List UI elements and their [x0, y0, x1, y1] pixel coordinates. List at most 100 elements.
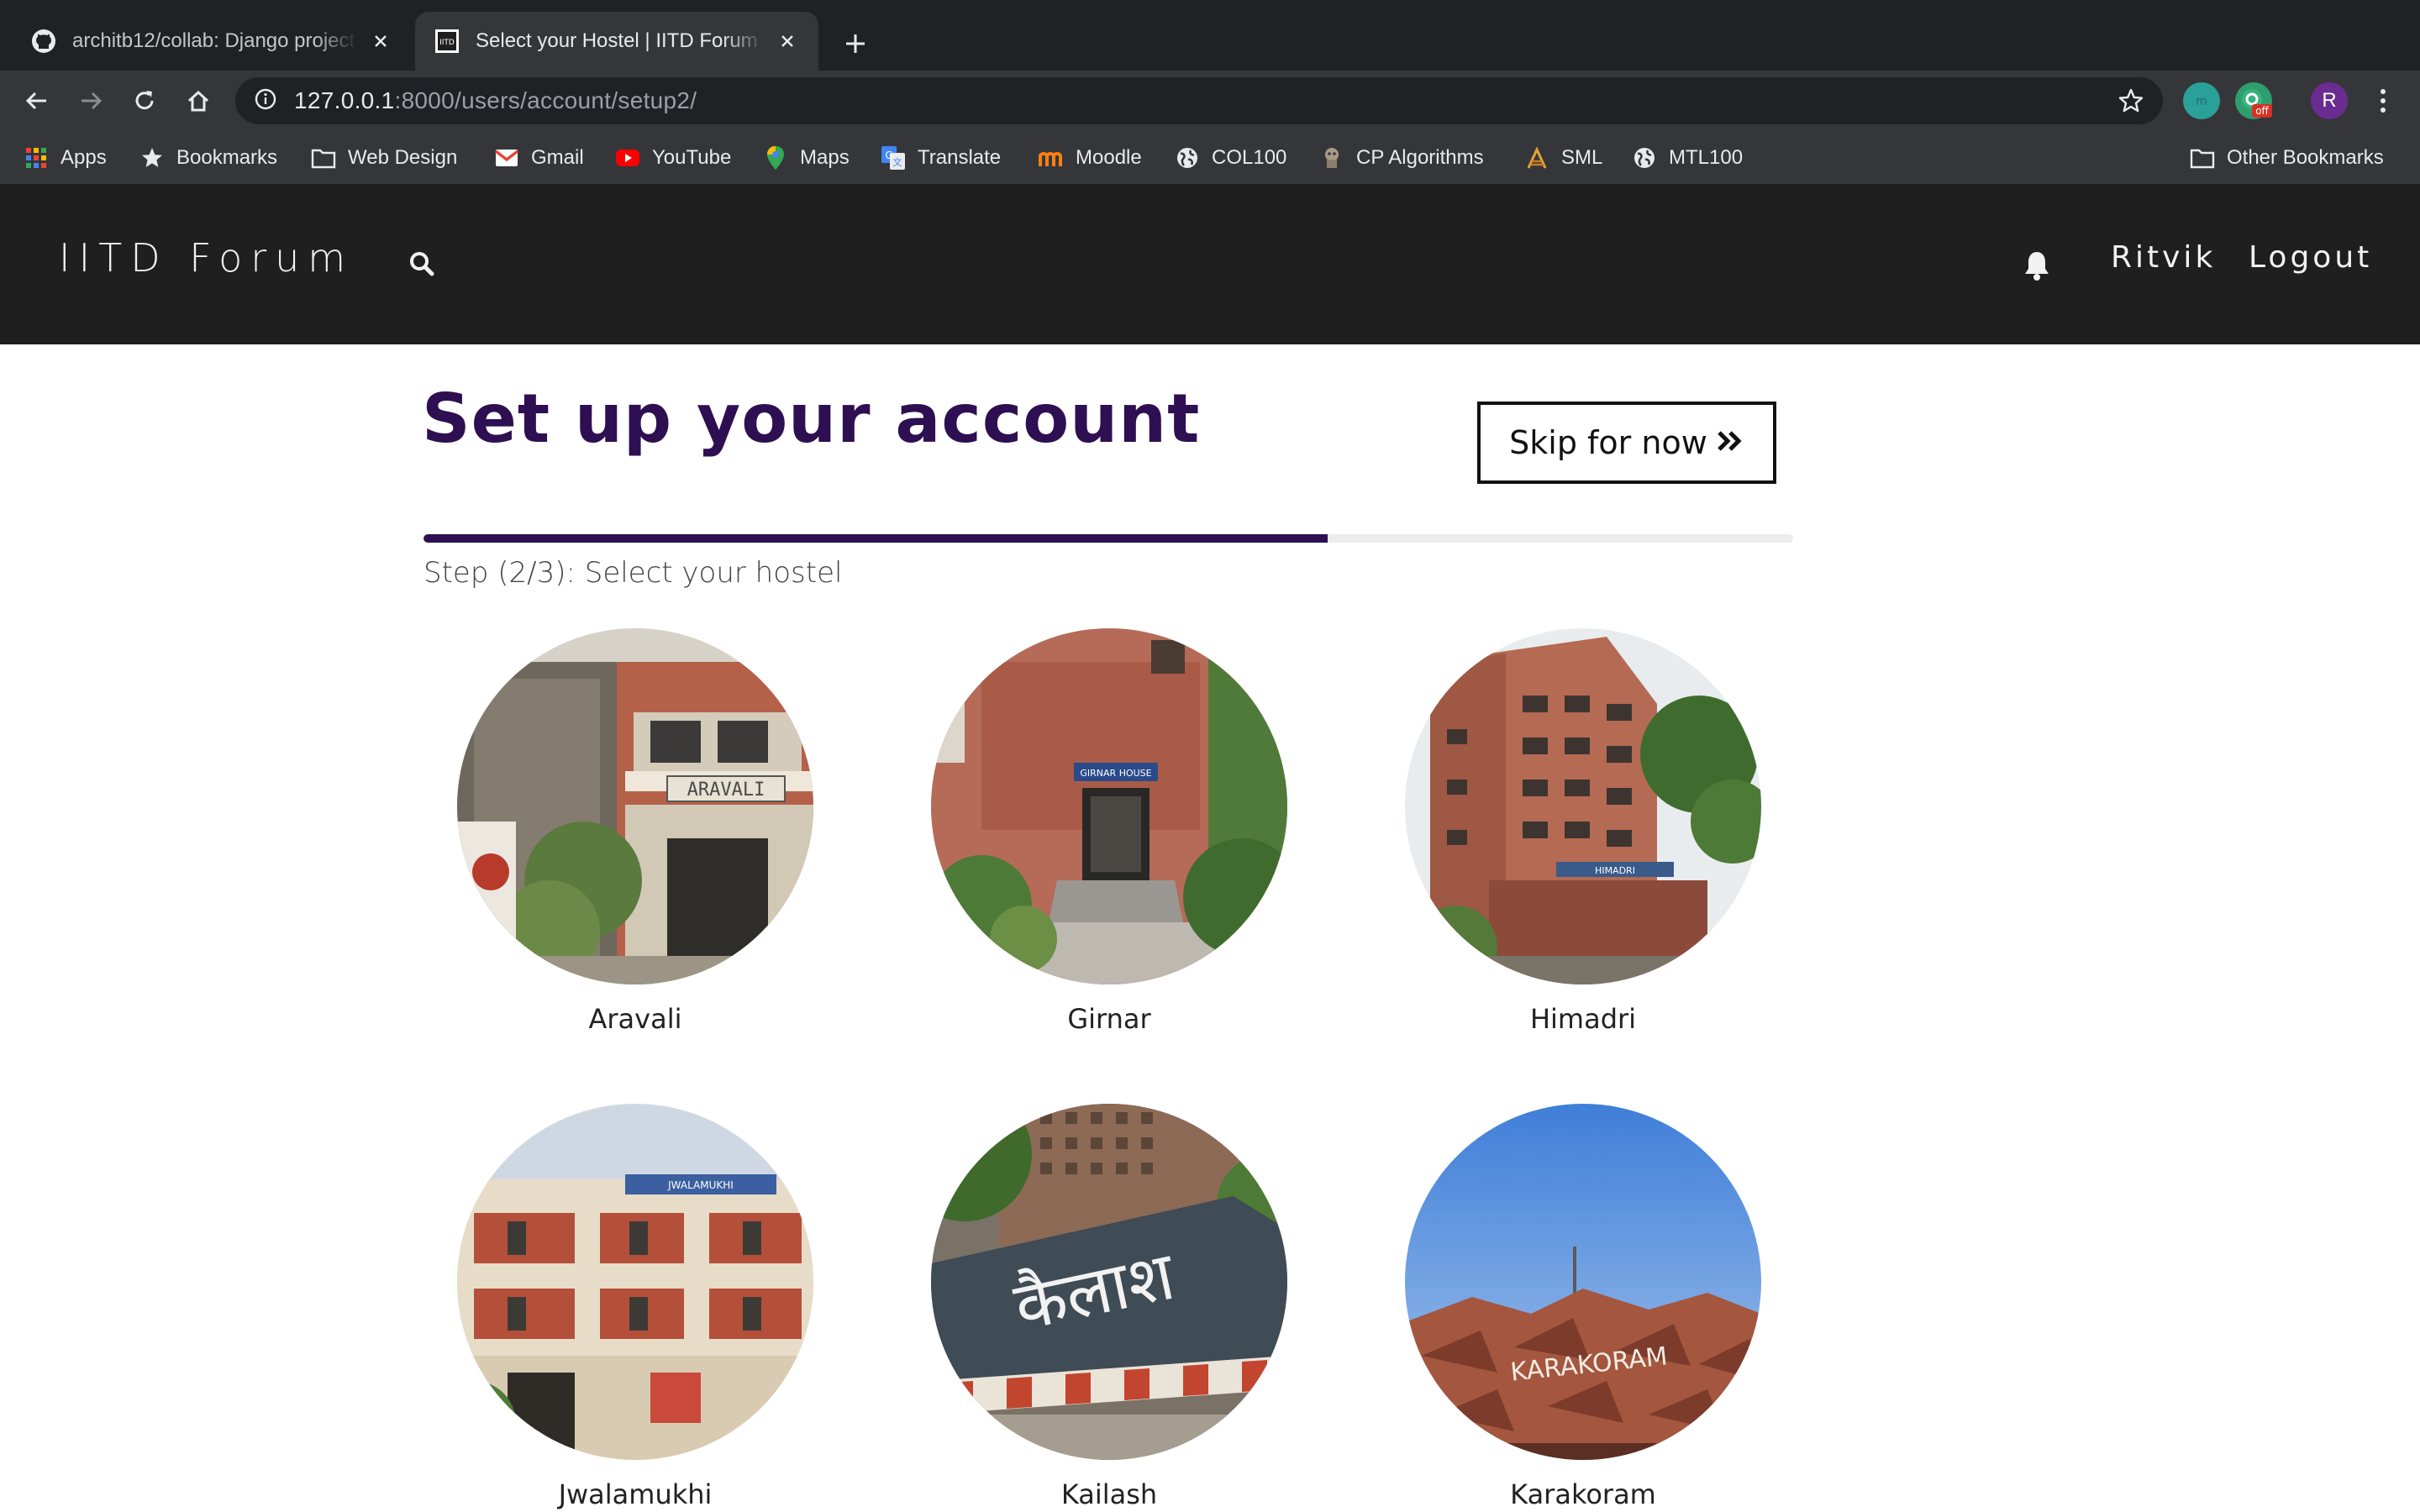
notification-bell-icon[interactable]	[2022, 249, 2052, 282]
hostel-photo[interactable]: HIMADRI	[1405, 628, 1761, 984]
browser-toolbar: 127.0.0.1:8000/users/account/setup2/ m o…	[0, 71, 2420, 131]
hostel-name: Girnar	[1067, 1003, 1151, 1035]
bookmark-label: Apps	[60, 146, 107, 169]
hostel-photo[interactable]: GIRNAR HOUSE	[931, 628, 1287, 984]
site-brand[interactable]: IITD Forum	[59, 235, 354, 281]
sml-icon	[1524, 145, 1549, 171]
bookmark-label: MTL100	[1669, 146, 1744, 169]
bookmark-col100[interactable]: COL100	[1175, 143, 1286, 173]
tab-title: Select your Hostel | IITD Forum	[476, 29, 758, 52]
bookmark-other-bookmarks[interactable]: Other Bookmarks	[2190, 143, 2384, 173]
bookmark-label: Web Design	[348, 146, 458, 169]
hostel-card-karakoram[interactable]: KARAKORAM Karakoram	[1405, 1104, 1761, 1510]
site-info-icon[interactable]	[254, 87, 277, 115]
tab-title: architb12/collab: Django project	[72, 29, 355, 52]
tab-iitd-forum[interactable]: IITD Select your Hostel | IITD Forum	[415, 12, 818, 71]
bookmark-youtube[interactable]: YouTube	[615, 143, 731, 173]
bookmark-maps[interactable]: Maps	[763, 143, 850, 173]
github-icon	[30, 28, 57, 55]
extension-icon[interactable]: m	[2183, 82, 2220, 119]
new-tab-plus-icon[interactable]	[837, 25, 874, 62]
home-icon[interactable]	[182, 84, 215, 118]
bookmark-label: Other Bookmarks	[2227, 146, 2384, 169]
bookmark-apps[interactable]: Apps	[24, 143, 107, 173]
bookmark-bookmarks[interactable]: Bookmarks	[139, 143, 277, 173]
cp-algorithms-icon	[1319, 145, 1344, 171]
double-chevron-right-icon	[1716, 424, 1744, 461]
bookmark-label: YouTube	[652, 146, 732, 169]
svg-text:IITD: IITD	[439, 39, 455, 47]
hostel-name: Karakoram	[1510, 1478, 1656, 1510]
page-title: Set up your account	[422, 380, 1201, 458]
bookmark-moodle[interactable]: Moodle	[1039, 143, 1142, 173]
bookmark-web-design[interactable]: Web Design	[311, 143, 457, 173]
grammarly-extension-icon[interactable]: off	[2235, 82, 2272, 119]
globe-icon	[1175, 145, 1200, 171]
svg-text:HIMADRI: HIMADRI	[1595, 865, 1635, 876]
star-icon	[139, 145, 165, 171]
svg-text:GIRNAR HOUSE: GIRNAR HOUSE	[1080, 768, 1151, 779]
hostel-name: Aravali	[588, 1003, 682, 1035]
hostel-photo[interactable]: KARAKORAM	[1405, 1104, 1761, 1460]
hostel-card-jwalamukhi[interactable]: JWALAMUKHI Jwalamukhi	[457, 1104, 813, 1510]
bookmark-translate[interactable]: G文 Translate	[881, 143, 1001, 173]
bookmark-label: Translate	[918, 146, 1002, 169]
bookmark-label: Gmail	[531, 146, 584, 169]
reload-icon[interactable]	[128, 84, 161, 118]
gmail-icon	[494, 145, 519, 171]
bookmark-label: CP Algorithms	[1356, 146, 1484, 169]
bookmark-label: SML	[1561, 146, 1603, 169]
logout-link[interactable]: Logout	[2249, 240, 2372, 275]
bookmark-label: COL100	[1212, 146, 1287, 169]
bookmark-star-icon[interactable]	[2118, 87, 2144, 114]
hostel-photo[interactable]: ARAVALI	[457, 628, 813, 984]
address-bar[interactable]: 127.0.0.1:8000/users/account/setup2/	[235, 77, 2163, 124]
svg-text:文: 文	[893, 156, 902, 168]
url-text: 127.0.0.1:8000/users/account/setup2/	[294, 87, 697, 113]
extension-badge: off	[2255, 105, 2269, 117]
bookmark-cp-algorithms[interactable]: CP Algorithms	[1319, 143, 1484, 173]
hostel-card-girnar[interactable]: GIRNAR HOUSE Girnar	[931, 628, 1287, 1035]
skip-button-label: Skip for now	[1509, 424, 1707, 461]
folder-icon	[2190, 145, 2215, 171]
back-arrow-icon[interactable]	[20, 84, 54, 118]
step-indicator: Step (2/3): Select your hostel	[424, 556, 843, 590]
bookmark-mtl100[interactable]: MTL100	[1632, 143, 1743, 173]
profile-avatar[interactable]: R	[2311, 82, 2348, 119]
chrome-menu-icon[interactable]	[2368, 84, 2398, 118]
folder-icon	[311, 145, 336, 171]
forward-arrow-icon[interactable]	[74, 84, 108, 118]
apps-grid-icon	[24, 145, 49, 171]
svg-text:ARAVALI: ARAVALI	[687, 780, 765, 801]
svg-text:JWALAMUKHI: JWALAMUKHI	[667, 1179, 734, 1191]
hostel-photo[interactable]: JWALAMUKHI	[457, 1104, 813, 1460]
browser-tab-strip: architb12/collab: Django project IITD Se…	[0, 0, 2420, 71]
translate-icon: G文	[881, 145, 906, 171]
hostel-name: Jwalamukhi	[558, 1478, 713, 1510]
youtube-icon	[615, 145, 640, 171]
svg-text:m: m	[2196, 95, 2207, 108]
hostel-card-aravali[interactable]: ARAVALI Aravali	[457, 628, 813, 1035]
search-icon[interactable]	[407, 249, 437, 279]
user-profile-link[interactable]: Ritvik	[2111, 240, 2216, 275]
hostel-photo[interactable]: कैलाश	[931, 1104, 1287, 1460]
site-navbar: IITD Forum Ritvik Logout	[0, 185, 2420, 344]
bookmarks-bar: Apps Bookmarks Web Design Gmail YouTube …	[0, 131, 2420, 185]
iitd-forum-favicon-icon: IITD	[434, 28, 460, 55]
maps-pin-icon	[763, 145, 788, 171]
moodle-icon	[1039, 145, 1064, 171]
setup-progress-fill	[424, 534, 1328, 543]
tab-github[interactable]: architb12/collab: Django project	[12, 12, 412, 71]
setup-progress-bar	[424, 534, 1793, 543]
globe-icon	[1632, 145, 1657, 171]
hostel-card-himadri[interactable]: HIMADRI Himadri	[1405, 628, 1761, 1035]
bookmark-gmail[interactable]: Gmail	[494, 143, 584, 173]
close-tab-icon[interactable]	[368, 29, 393, 54]
bookmark-label: Moodle	[1076, 146, 1142, 169]
close-tab-icon[interactable]	[775, 29, 800, 54]
hostel-card-kailash[interactable]: कैलाश Kailash	[931, 1104, 1287, 1510]
bookmark-label: Maps	[800, 146, 850, 169]
hostel-name: Himadri	[1529, 1003, 1637, 1035]
skip-for-now-button[interactable]: Skip for now	[1477, 402, 1776, 484]
bookmark-sml[interactable]: SML	[1524, 143, 1602, 173]
